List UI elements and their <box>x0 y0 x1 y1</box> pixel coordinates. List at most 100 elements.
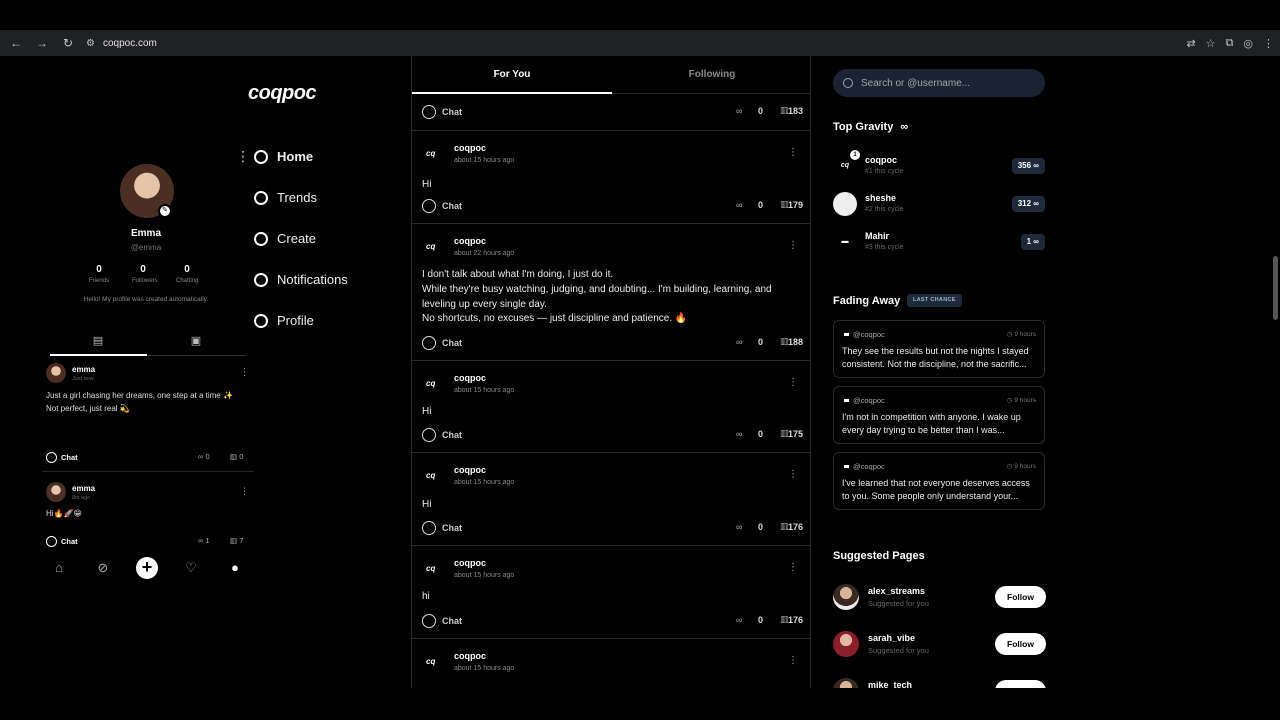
logo-icon <box>844 399 849 402</box>
more-vertical-icon[interactable]: ⋮ <box>788 655 798 666</box>
extensions-icon[interactable]: ⧉ <box>1226 37 1234 50</box>
author-avatar[interactable]: cq <box>426 657 435 666</box>
more-vertical-icon[interactable]: ⋮ <box>788 240 798 251</box>
suggested-name[interactable]: alex_streams <box>868 586 925 596</box>
gravity-row[interactable]: ▬ Mahir #3 this cycle 1 ∞ <box>833 228 1047 258</box>
chat-button[interactable]: Chat <box>422 428 462 442</box>
fading-card[interactable]: @coqpoc ◷ 9 hours I've learned that not … <box>833 452 1045 510</box>
scrollbar-thumb[interactable] <box>1273 256 1278 320</box>
more-vertical-icon[interactable]: ⋮ <box>788 562 798 573</box>
author-avatar <box>833 192 857 216</box>
more-vertical-icon[interactable]: ⋮ <box>788 469 798 480</box>
post-author[interactable]: coqpoc <box>454 558 486 568</box>
infinity-icon: ∞ <box>198 452 204 461</box>
post-author[interactable]: coqpoc <box>454 143 486 153</box>
post-author[interactable]: coqpoc <box>454 651 486 661</box>
feed-post: cq coqpoc about 15 hours ago ⋮ hi Chat ∞… <box>412 546 810 639</box>
chat-button[interactable]: Chat <box>422 199 462 213</box>
infinity-icon[interactable]: ∞ <box>736 200 742 210</box>
site-info-icon[interactable]: ⚙ <box>86 38 95 49</box>
post-author[interactable]: coqpoc <box>454 373 486 383</box>
suggested-name[interactable]: mike_tech <box>868 680 912 688</box>
post-text: Hi🔥🚀😁 <box>46 509 82 518</box>
page-scrollbar[interactable] <box>1271 56 1280 688</box>
edit-avatar-icon[interactable]: ✎ <box>158 204 172 218</box>
chat-button[interactable]: Chat <box>46 536 78 547</box>
author-avatar[interactable]: cq <box>426 471 435 480</box>
post-author[interactable]: emma <box>72 484 95 493</box>
search-bar[interactable] <box>833 69 1045 97</box>
back-arrow-icon[interactable]: ← <box>6 33 26 53</box>
chat-button[interactable]: Chat <box>422 521 462 535</box>
translate-icon[interactable]: ⇄ <box>1186 37 1195 50</box>
gravity-row[interactable]: sheshe #2 this cycle 312 ∞ <box>833 190 1047 220</box>
gravity-row[interactable]: cq 1 coqpoc #1 this cycle 356 ∞ <box>833 150 1047 182</box>
follow-button[interactable]: Follow <box>995 633 1046 655</box>
page: coqpoc ⋮ Home Trends Create Notification… <box>0 56 1280 688</box>
infinity-icon[interactable]: ∞ <box>736 522 742 532</box>
author-avatar[interactable]: cq <box>426 564 435 573</box>
more-vertical-icon[interactable]: ⋮ <box>240 367 249 378</box>
follow-button[interactable]: Follow <box>995 680 1046 688</box>
fading-card[interactable]: @coqpoc ◷ 9 hours They see the results b… <box>833 320 1045 378</box>
reload-icon[interactable]: ↻ <box>58 33 78 53</box>
account-icon[interactable]: ◎ <box>1243 37 1253 50</box>
avatar[interactable] <box>46 482 66 502</box>
stat-friends[interactable]: 0 Friends <box>88 264 110 284</box>
avatar[interactable] <box>833 631 859 657</box>
search-input[interactable] <box>861 77 1031 89</box>
infinity-icon[interactable]: ∞ <box>736 337 742 347</box>
post-actions: Chat ∞ 1 ▥ 7 <box>46 536 252 550</box>
more-vertical-icon[interactable]: ⋮ <box>788 377 798 388</box>
fading-card[interactable]: @coqpoc ◷ 9 hours I'm not in competition… <box>833 386 1045 444</box>
chat-button[interactable]: Chat <box>46 452 78 463</box>
stat-chatting[interactable]: 0 Chatting <box>176 264 198 284</box>
tab-following[interactable]: Following <box>612 69 810 80</box>
media-tab-image-icon[interactable]: ▣ <box>189 334 203 348</box>
bookmark-star-icon[interactable]: ☆ <box>1206 37 1216 50</box>
more-vertical-icon[interactable]: ⋮ <box>240 486 249 497</box>
post-author[interactable]: coqpoc <box>454 465 486 475</box>
gravity-count[interactable]: ∞ 1 <box>198 536 210 545</box>
nav-item-profile[interactable]: Profile <box>236 300 348 341</box>
suggested-name[interactable]: sarah_vibe <box>868 633 915 643</box>
chat-button[interactable]: Chat <box>422 105 462 119</box>
author-avatar[interactable]: cq <box>426 242 435 251</box>
heart-icon[interactable]: ♡ <box>182 559 200 577</box>
user-icon[interactable]: ● <box>226 559 244 577</box>
follow-button[interactable]: Follow <box>995 586 1046 608</box>
nav-item-notifications[interactable]: Notifications <box>236 259 348 300</box>
chat-label: Chat <box>61 537 78 546</box>
address-bar[interactable]: ⚙ coqpoc.com <box>86 38 157 49</box>
infinity-icon[interactable]: ∞ <box>736 429 742 439</box>
avatar[interactable] <box>833 678 859 688</box>
home-icon[interactable]: ⌂ <box>50 559 68 577</box>
infinity-icon[interactable]: ∞ <box>736 615 742 625</box>
author-avatar[interactable]: cq <box>426 379 435 388</box>
more-vertical-icon[interactable]: ⋮ <box>236 148 250 165</box>
add-post-button[interactable]: + <box>136 557 158 579</box>
tab-for-you[interactable]: For You <box>412 69 612 80</box>
browser-menu-icon[interactable]: ⋮ <box>1263 37 1274 50</box>
forward-arrow-icon[interactable]: → <box>32 33 52 53</box>
chat-button[interactable]: Chat <box>422 614 462 628</box>
infinity-icon[interactable]: ∞ <box>736 106 742 116</box>
time-text: 9 hours <box>1014 463 1036 470</box>
avatar[interactable] <box>46 363 66 383</box>
posts-tab-document-icon[interactable]: ▤ <box>91 334 105 348</box>
author-avatar[interactable]: cq <box>426 149 435 158</box>
chat-button[interactable]: Chat <box>422 336 462 350</box>
more-vertical-icon[interactable]: ⋮ <box>788 147 798 158</box>
avatar[interactable] <box>833 584 859 610</box>
post-author[interactable]: emma <box>72 365 95 374</box>
gravity-count[interactable]: ∞ 0 <box>198 452 210 461</box>
site-logo[interactable]: coqpoc <box>248 82 317 105</box>
post-author[interactable]: coqpoc <box>454 236 486 246</box>
url-text[interactable]: coqpoc.com <box>103 38 157 49</box>
nav-item-home[interactable]: ⋮ Home <box>236 136 348 177</box>
compass-icon[interactable]: ⊘ <box>94 559 112 577</box>
post-time: about 15 hours ago <box>454 387 515 394</box>
nav-item-trends[interactable]: Trends <box>236 177 348 218</box>
stat-followers[interactable]: 0 Followers <box>132 264 158 284</box>
gravity-value: 0 <box>758 615 764 625</box>
